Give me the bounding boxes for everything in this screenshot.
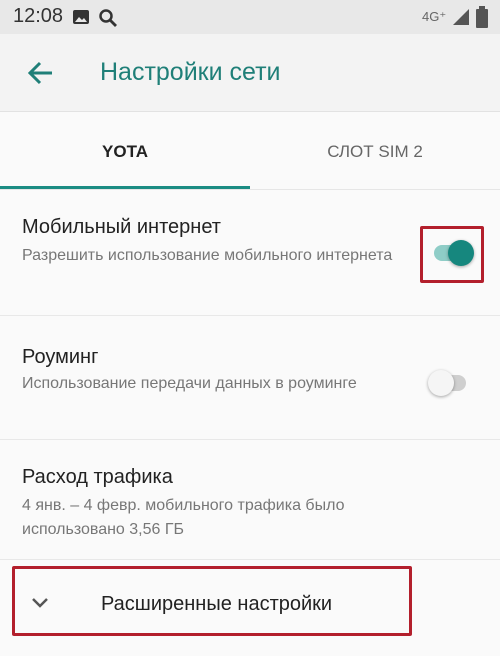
setting-data-usage[interactable]: Расход трафика 4 янв. – 4 февр. мобильно…: [0, 440, 500, 560]
arrow-back-icon[interactable]: [26, 58, 56, 88]
battery-icon: [476, 6, 488, 28]
gallery-icon: [73, 10, 89, 24]
setting-title: Расход трафика: [22, 466, 173, 488]
setting-title: Мобильный интернет: [22, 216, 221, 238]
network-type: 4G⁺: [422, 9, 447, 24]
toggle-highlight-frame: [420, 226, 484, 283]
status-bar: 12:08 4G⁺: [0, 0, 500, 34]
tab-indicator: [0, 186, 250, 189]
tab-sim-2[interactable]: СЛОТ SIM 2: [250, 142, 500, 162]
setting-roaming[interactable]: Роуминг Использование передачи данных в …: [0, 316, 500, 440]
setting-subtitle: 4 янв. – 4 февр. мобильного трафика было…: [22, 497, 345, 538]
search-icon: [99, 9, 117, 27]
toggle-knob: [428, 370, 454, 396]
app-bar: Настройки сети: [0, 34, 500, 112]
advanced-settings-label: Расширенные настройки: [101, 593, 333, 615]
setting-title: Роуминг: [22, 346, 99, 368]
chevron-down-icon: [32, 598, 48, 608]
roaming-toggle[interactable]: [428, 370, 466, 396]
page-title: Настройки сети: [100, 58, 281, 86]
tab-yota[interactable]: YOTA: [0, 142, 250, 162]
setting-subtitle: Использование передачи данных в роуминге: [22, 375, 357, 392]
sim-tabs: YOTA СЛОТ SIM 2: [0, 112, 500, 190]
advanced-settings-button[interactable]: Расширенные настройки: [12, 566, 412, 636]
signal-icon: [453, 9, 469, 25]
setting-subtitle: Разрешить использование мобильного интер…: [22, 247, 393, 264]
status-time: 12:08: [13, 5, 64, 27]
